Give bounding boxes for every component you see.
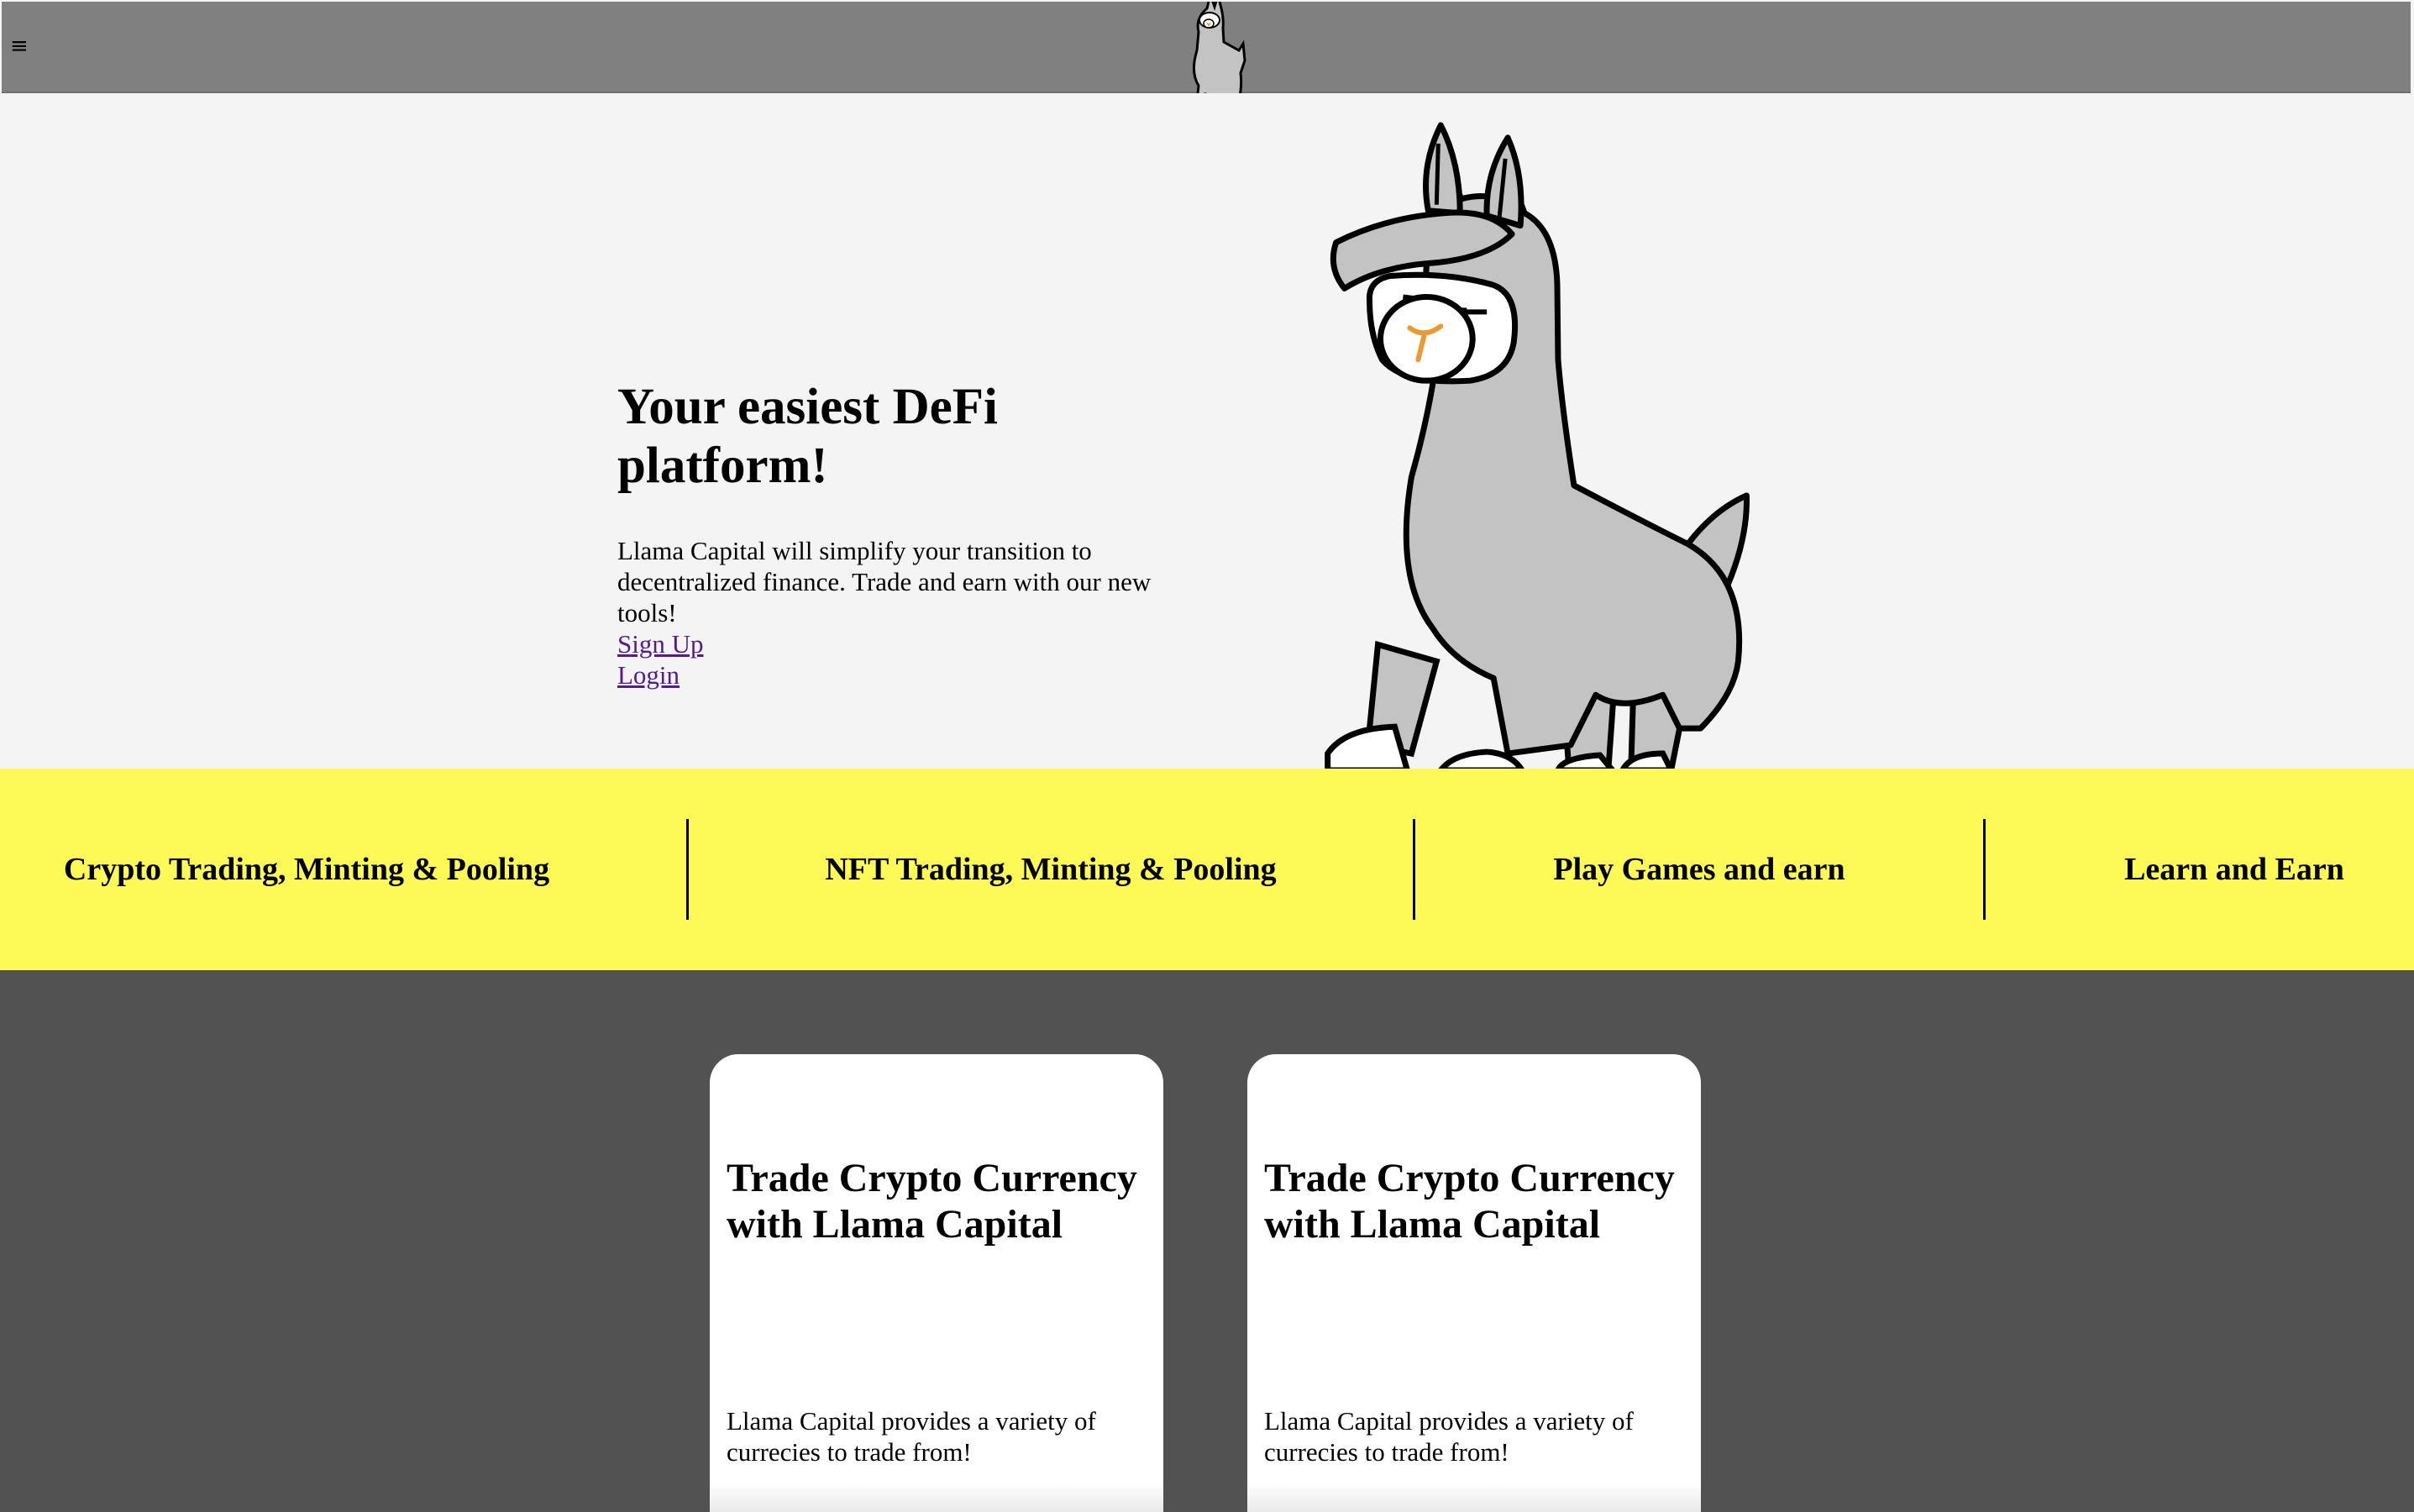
page: ≡ Your easiest DeFi platform! Llama Capi… xyxy=(0,0,2414,1512)
hero-description: Llama Capital will simplify your transit… xyxy=(617,536,1152,627)
feature-learn-earn: Learn and Earn xyxy=(2124,852,2344,887)
info-card[interactable]: Trade Crypto Currency with Llama Capital… xyxy=(1247,1054,1701,1512)
card-text: Llama Capital provides a variety of curr… xyxy=(727,1406,1096,1467)
feature-play-games: Play Games and earn xyxy=(1553,852,1845,887)
hero-title: Your easiest DeFi platform! xyxy=(617,379,998,494)
info-card[interactable]: Trade Crypto Currency with Llama Capital… xyxy=(710,1054,1163,1512)
login-link[interactable]: Login xyxy=(617,659,680,690)
feature-nft-trading: NFT Trading, Minting & Pooling xyxy=(825,852,1277,887)
hamburger-menu-icon[interactable]: ≡ xyxy=(10,35,29,57)
sign-up-link[interactable]: Sign Up xyxy=(617,628,704,659)
cards-section: Trade Crypto Currency with Llama Capital… xyxy=(0,970,2414,1512)
llama-illustration xyxy=(1325,122,1750,770)
card-fade xyxy=(1247,1483,1701,1512)
card-text: Llama Capital provides a variety of curr… xyxy=(1264,1406,1634,1467)
card-title: Trade Crypto Currency with Llama Capital xyxy=(1264,1156,1675,1247)
feature-band: Crypto Trading, Minting & Pooling NFT Tr… xyxy=(0,769,2414,970)
hero-section: Your easiest DeFi platform! Llama Capita… xyxy=(0,93,2414,770)
card-fade xyxy=(710,1483,1163,1512)
feature-crypto-trading: Crypto Trading, Minting & Pooling xyxy=(63,852,550,887)
top-nav-bar: ≡ xyxy=(2,2,2411,111)
card-title: Trade Crypto Currency with Llama Capital xyxy=(727,1156,1137,1247)
